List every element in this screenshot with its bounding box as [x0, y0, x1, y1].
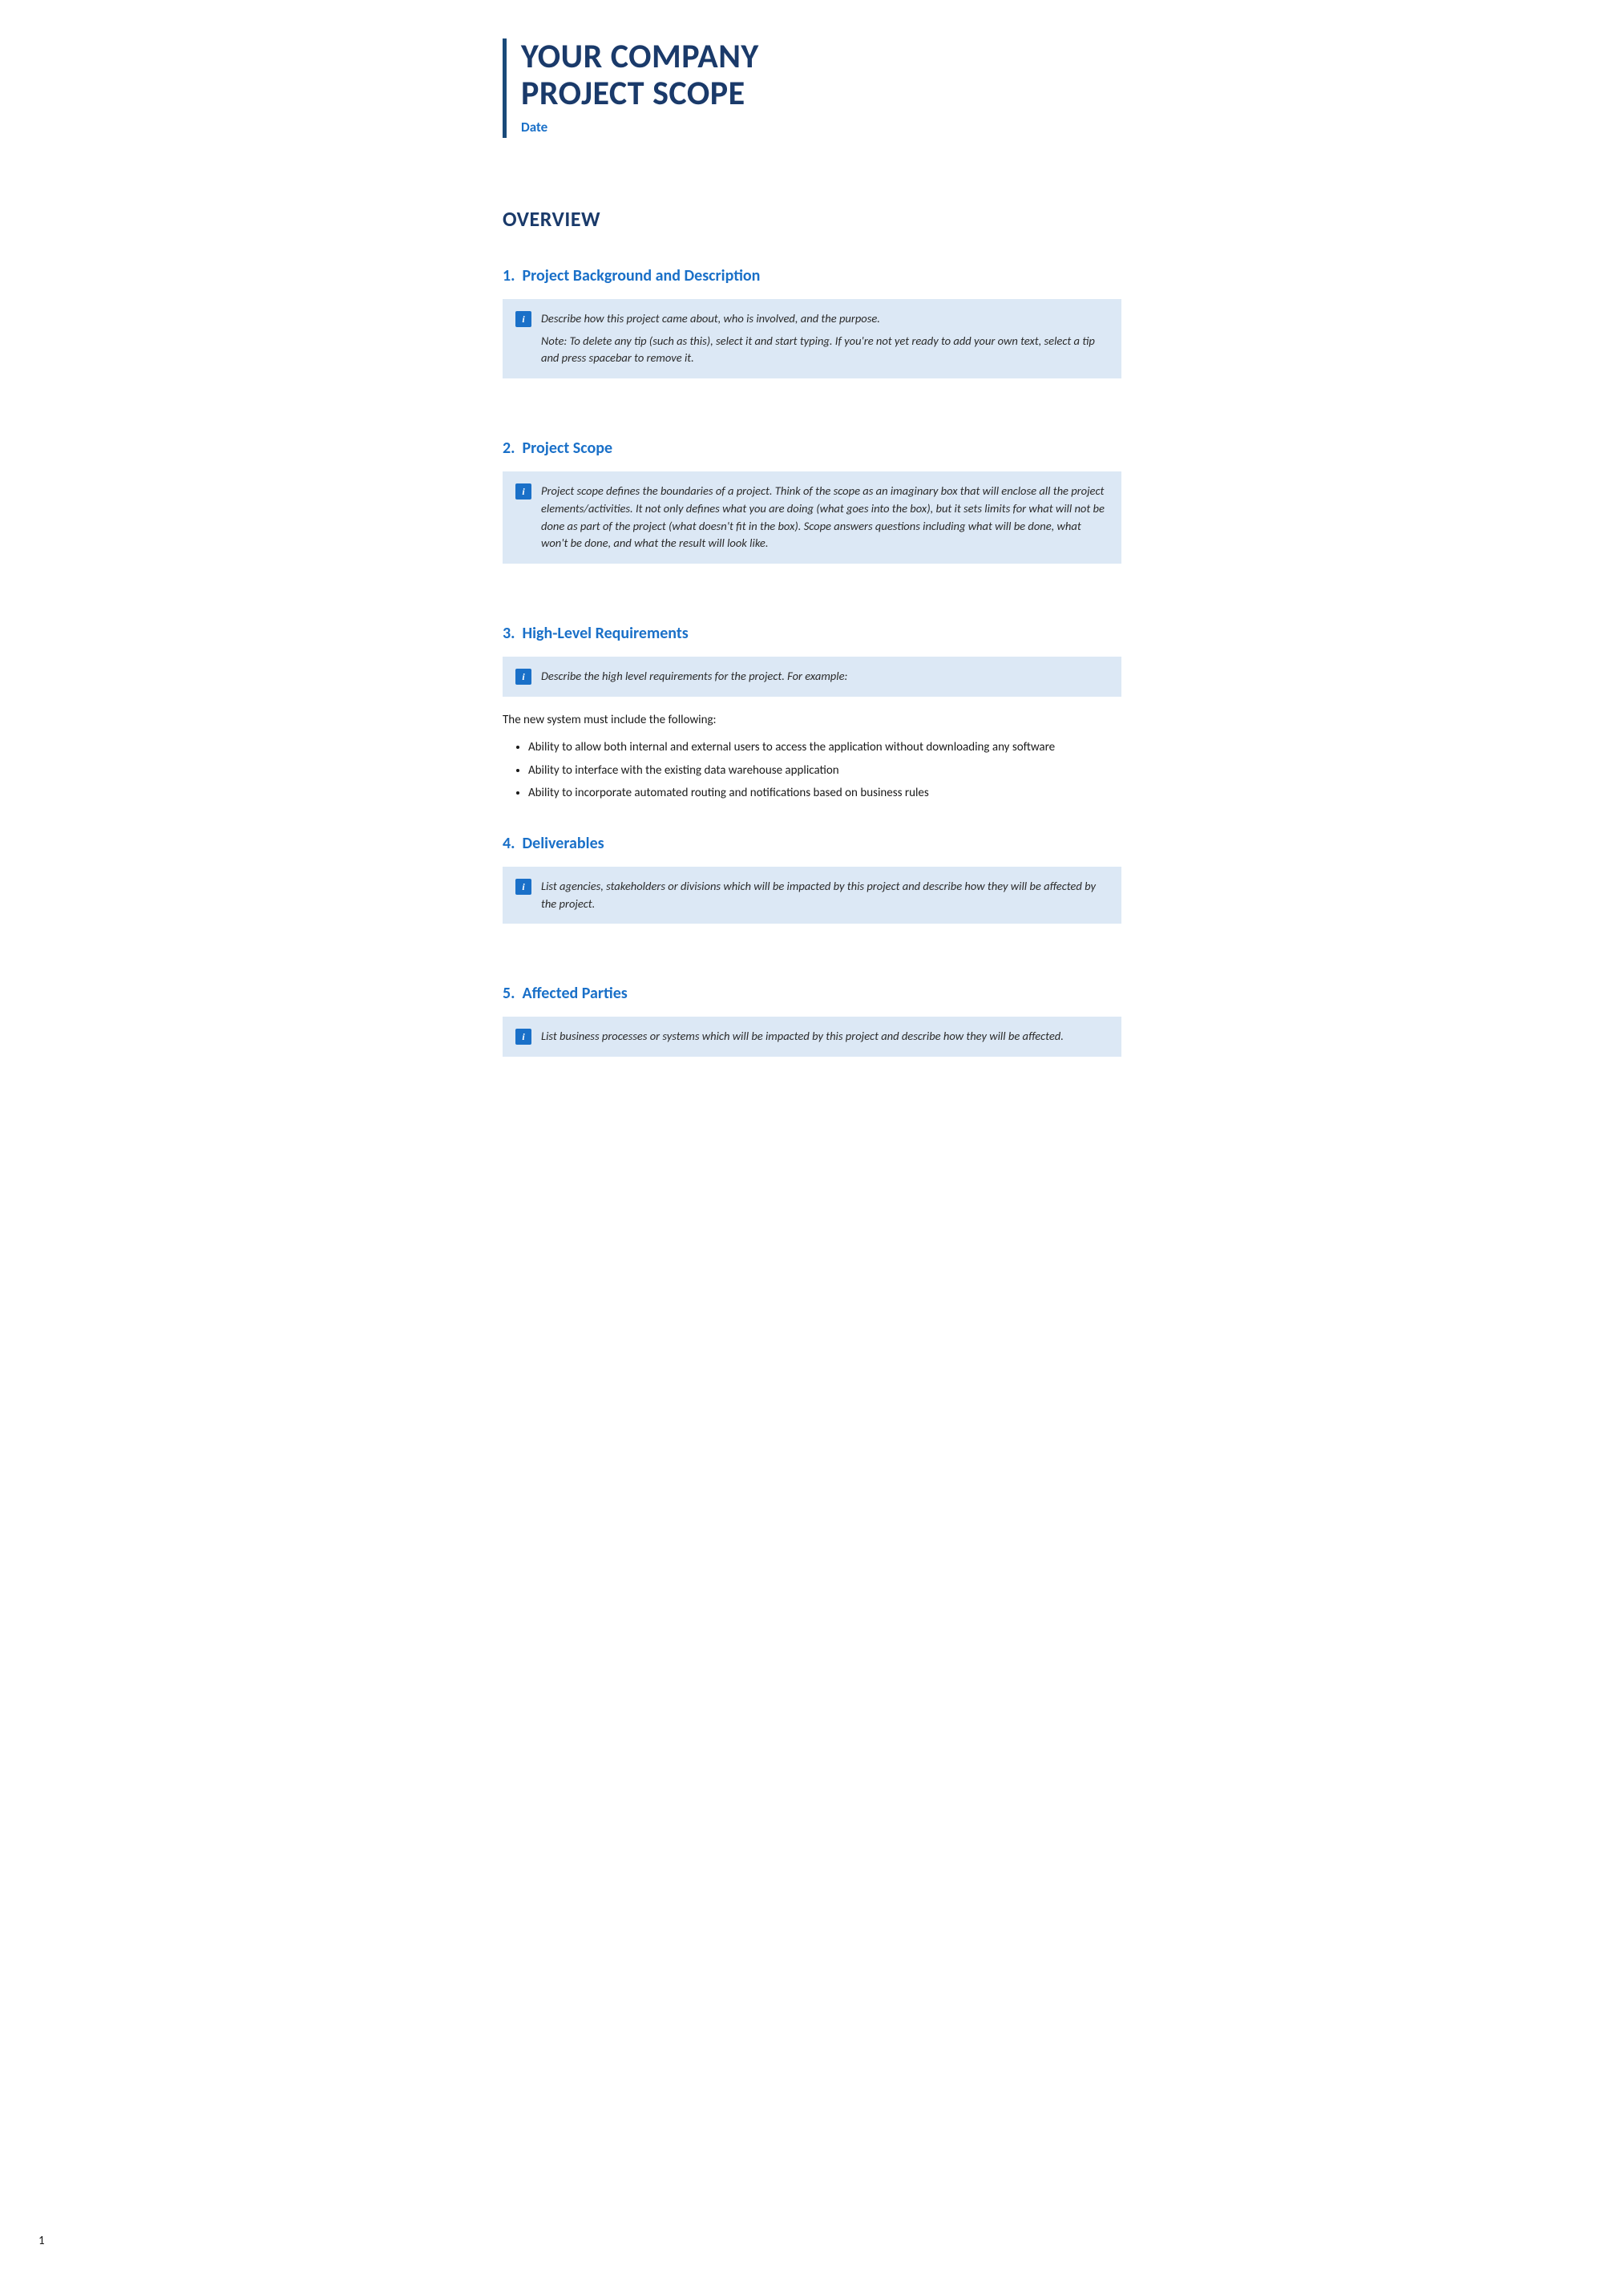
- info-icon-5: i: [515, 1029, 531, 1045]
- section-3-tip-box: i Describe the high level requirements f…: [503, 657, 1121, 697]
- page-container: YOUR COMPANY PROJECT SCOPE Date OVERVIEW…: [451, 0, 1173, 2269]
- page-number: 1: [38, 2232, 45, 2251]
- info-icon-2: i: [515, 483, 531, 500]
- section-1-heading: 1. Project Background and Description: [503, 264, 1121, 288]
- document-header: YOUR COMPANY PROJECT SCOPE Date: [503, 38, 1121, 138]
- section-4-tip-box: i List agencies, stakeholders or divisio…: [503, 867, 1121, 924]
- list-item: Ability to incorporate automated routing…: [528, 784, 1121, 803]
- section-5-tip-text: List business processes or systems which…: [541, 1028, 1064, 1046]
- section-4-heading: 4. Deliverables: [503, 831, 1121, 855]
- list-item: Ability to interface with the existing d…: [528, 762, 1121, 780]
- section-5-tip-box: i List business processes or systems whi…: [503, 1017, 1121, 1057]
- info-icon-3: i: [515, 669, 531, 685]
- section-3-body: The new system must include the followin…: [503, 711, 1121, 730]
- overview-heading: OVERVIEW: [503, 204, 1121, 235]
- info-icon-4: i: [515, 879, 531, 895]
- info-icon-1: i: [515, 311, 531, 327]
- section-2-tip-box: i Project scope defines the boundaries o…: [503, 471, 1121, 564]
- doc-title: YOUR COMPANY PROJECT SCOPE: [521, 38, 1121, 112]
- section-3-heading: 3. High-Level Requirements: [503, 621, 1121, 645]
- doc-date: Date: [521, 117, 1121, 138]
- section-3-tip-text: Describe the high level requirements for…: [541, 668, 847, 686]
- section-4-tip-text: List agencies, stakeholders or divisions…: [541, 878, 1109, 913]
- list-item: Ability to allow both internal and exter…: [528, 738, 1121, 757]
- section-1-tip-box: i Describe how this project came about, …: [503, 299, 1121, 378]
- section-3-bullet-list: Ability to allow both internal and exter…: [528, 738, 1121, 803]
- section-2-heading: 2. Project Scope: [503, 436, 1121, 460]
- section-5-heading: 5. Affected Parties: [503, 981, 1121, 1005]
- section-1-tip-text: Describe how this project came about, wh…: [541, 310, 1109, 367]
- section-2-tip-text: Project scope defines the boundaries of …: [541, 483, 1109, 552]
